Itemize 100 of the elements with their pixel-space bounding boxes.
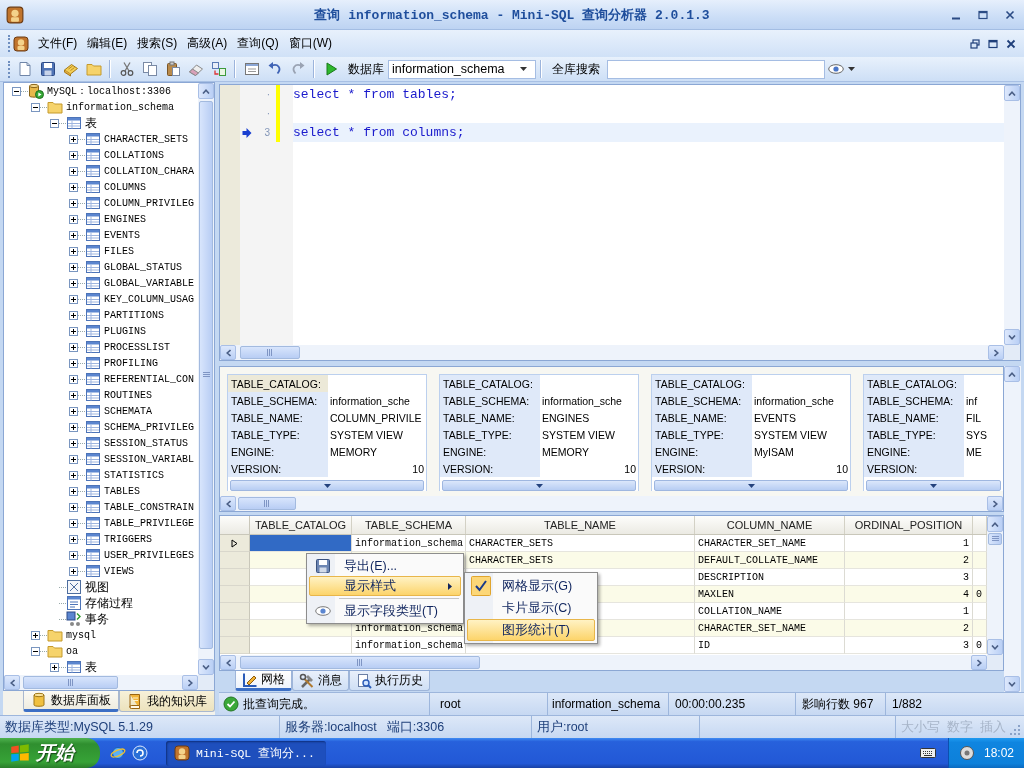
expand-icon[interactable] [69, 214, 78, 224]
paste-icon[interactable] [164, 61, 181, 77]
scroll-left-button[interactable] [4, 675, 20, 690]
column-header[interactable]: TABLE_SCHEMA [352, 516, 466, 534]
tree-item[interactable]: 视图 [84, 578, 110, 596]
eraser-icon[interactable] [187, 61, 204, 77]
start-button[interactable]: 开始 [0, 738, 100, 768]
horizontal-scrollbar[interactable] [220, 345, 1004, 360]
scroll-right-button[interactable] [971, 655, 987, 670]
expand-icon[interactable] [69, 262, 78, 272]
tab[interactable]: 数据库面板 [23, 691, 119, 712]
expand-icon[interactable] [69, 342, 78, 352]
scroll-down-button[interactable] [1004, 329, 1020, 345]
tree-item[interactable]: COLUMN_PRIVILEG [103, 197, 195, 209]
menu-item[interactable]: 查询(Q) [232, 35, 284, 52]
tree-item[interactable]: ROUTINES [103, 389, 153, 401]
record-card[interactable]: TABLE_CATALOG: TABLE_SCHEMA: information_sche TABLE_NAME: EVENTS TABLE_TYPE: SYSTEM VIEW ENGINE: MyISAM VERSION: 10 [651, 374, 851, 491]
row-header[interactable] [220, 535, 250, 552]
expand-icon[interactable] [69, 198, 78, 208]
tab[interactable]: 我的知识库 [119, 691, 215, 712]
collapse-icon[interactable] [31, 646, 40, 656]
tree-item[interactable]: SCHEMATA [103, 405, 153, 417]
tree-item[interactable]: SESSION_VARIABL [103, 453, 195, 465]
selected-cell[interactable] [250, 535, 352, 552]
tab[interactable]: 网格 [235, 671, 292, 691]
menu-item[interactable]: 图形统计(T) [467, 619, 595, 641]
taskbar-button[interactable]: Mini-SQL 查询分... [166, 740, 326, 766]
horizontal-scrollbar[interactable] [220, 496, 1003, 511]
tree-item[interactable]: information_schema [65, 101, 176, 113]
tree-item[interactable]: mysql [65, 629, 97, 641]
expand-icon[interactable] [69, 550, 78, 560]
undo-icon[interactable] [266, 61, 283, 77]
tree-item[interactable]: EVENTS [103, 229, 141, 241]
scroll-right-button[interactable] [988, 345, 1004, 360]
disc-icon[interactable] [959, 745, 975, 761]
expand-icon[interactable] [69, 166, 78, 176]
scroll-down-button[interactable] [198, 659, 214, 675]
restore-icon[interactable] [970, 38, 980, 49]
tree-item[interactable]: STATISTICS [103, 469, 165, 481]
tree-item[interactable]: PROFILING [103, 357, 159, 369]
tree-item[interactable]: TABLES [103, 485, 141, 497]
scroll-up-button[interactable] [198, 83, 214, 99]
maximize-icon[interactable] [988, 38, 998, 49]
scroll-up-button[interactable] [1004, 85, 1020, 101]
swirl-icon[interactable] [132, 745, 148, 761]
maximize-icon[interactable] [978, 9, 988, 20]
collapse-icon[interactable] [31, 102, 40, 112]
tree-item[interactable]: oa [65, 645, 79, 657]
expand-icon[interactable] [69, 326, 78, 336]
expand-icon[interactable] [69, 358, 78, 368]
menu-item[interactable]: 编辑(E) [82, 35, 133, 52]
tree-item[interactable]: TRIGGERS [103, 533, 153, 545]
tree-item[interactable]: CHARACTER_SETS [103, 133, 189, 145]
record-card[interactable]: TABLE_CATALOG: TABLE_SCHEMA: information_sche TABLE_NAME: COLUMN_PRIVILE TABLE_TYPE: SYSTEM VIEW ENGINE: MEMORY VERSION: 10 [227, 374, 427, 491]
expand-icon[interactable] [69, 406, 78, 416]
expand-icon[interactable] [69, 486, 78, 496]
vertical-scrollbar[interactable] [198, 83, 214, 675]
grip-handle[interactable] [8, 60, 10, 78]
planet-icon[interactable] [110, 745, 126, 761]
menu-item[interactable]: 窗口(W) [283, 35, 337, 52]
tree-item[interactable]: SESSION_STATUS [103, 437, 189, 449]
scroll-down-button[interactable] [1004, 676, 1020, 692]
window-icon[interactable] [243, 61, 260, 77]
scrollbar-thumb[interactable] [23, 676, 118, 689]
expand-icon[interactable] [69, 150, 78, 160]
scroll-down-button[interactable] [987, 639, 1003, 655]
tree-item[interactable]: PARTITIONS [103, 309, 165, 321]
tree-item[interactable]: TABLE_CONSTRAIN [103, 501, 195, 513]
scrollbar-thumb[interactable] [240, 656, 480, 669]
expand-icon[interactable] [31, 630, 40, 640]
cut-icon[interactable] [118, 61, 135, 77]
collapse-icon[interactable] [50, 118, 59, 128]
tab[interactable]: 执行历史 [349, 671, 430, 691]
close-icon[interactable] [1005, 9, 1015, 20]
menu-item[interactable]: 显示样式 [309, 576, 461, 596]
tab[interactable]: 消息 [292, 671, 349, 691]
tree-item[interactable]: GLOBAL_STATUS [103, 261, 183, 273]
close-icon[interactable] [1006, 38, 1016, 49]
tree-item[interactable]: 表 [84, 114, 98, 132]
column-header[interactable]: TABLE_NAME [466, 516, 695, 534]
menu-item[interactable]: 高级(A) [182, 35, 233, 52]
database-combobox[interactable]: information_schema [388, 59, 536, 79]
horizontal-scrollbar[interactable] [4, 675, 198, 690]
menu-item[interactable]: 显示字段类型(T) [309, 601, 461, 621]
note-pad-icon[interactable] [62, 61, 79, 77]
copy-icon[interactable] [141, 61, 158, 77]
scroll-right-button[interactable] [987, 496, 1003, 511]
menu-item[interactable]: 搜索(S) [132, 35, 183, 52]
expand-icon[interactable] [69, 294, 78, 304]
tree-item[interactable]: PROCESSLIST [103, 341, 171, 353]
save-icon[interactable] [39, 61, 56, 77]
horizontal-scrollbar[interactable] [220, 655, 987, 670]
expand-icon[interactable] [69, 230, 78, 240]
tree-item[interactable]: VIEWS [103, 565, 135, 577]
vertical-scrollbar[interactable] [1004, 366, 1021, 692]
expand-icon[interactable] [69, 534, 78, 544]
tree-item[interactable]: USER_PRIVILEGES [103, 549, 195, 561]
tree-item[interactable]: TABLE_PRIVILEGE [103, 517, 195, 529]
scrollbar-thumb[interactable] [988, 533, 1002, 545]
tree-item[interactable]: FILES [103, 245, 135, 257]
